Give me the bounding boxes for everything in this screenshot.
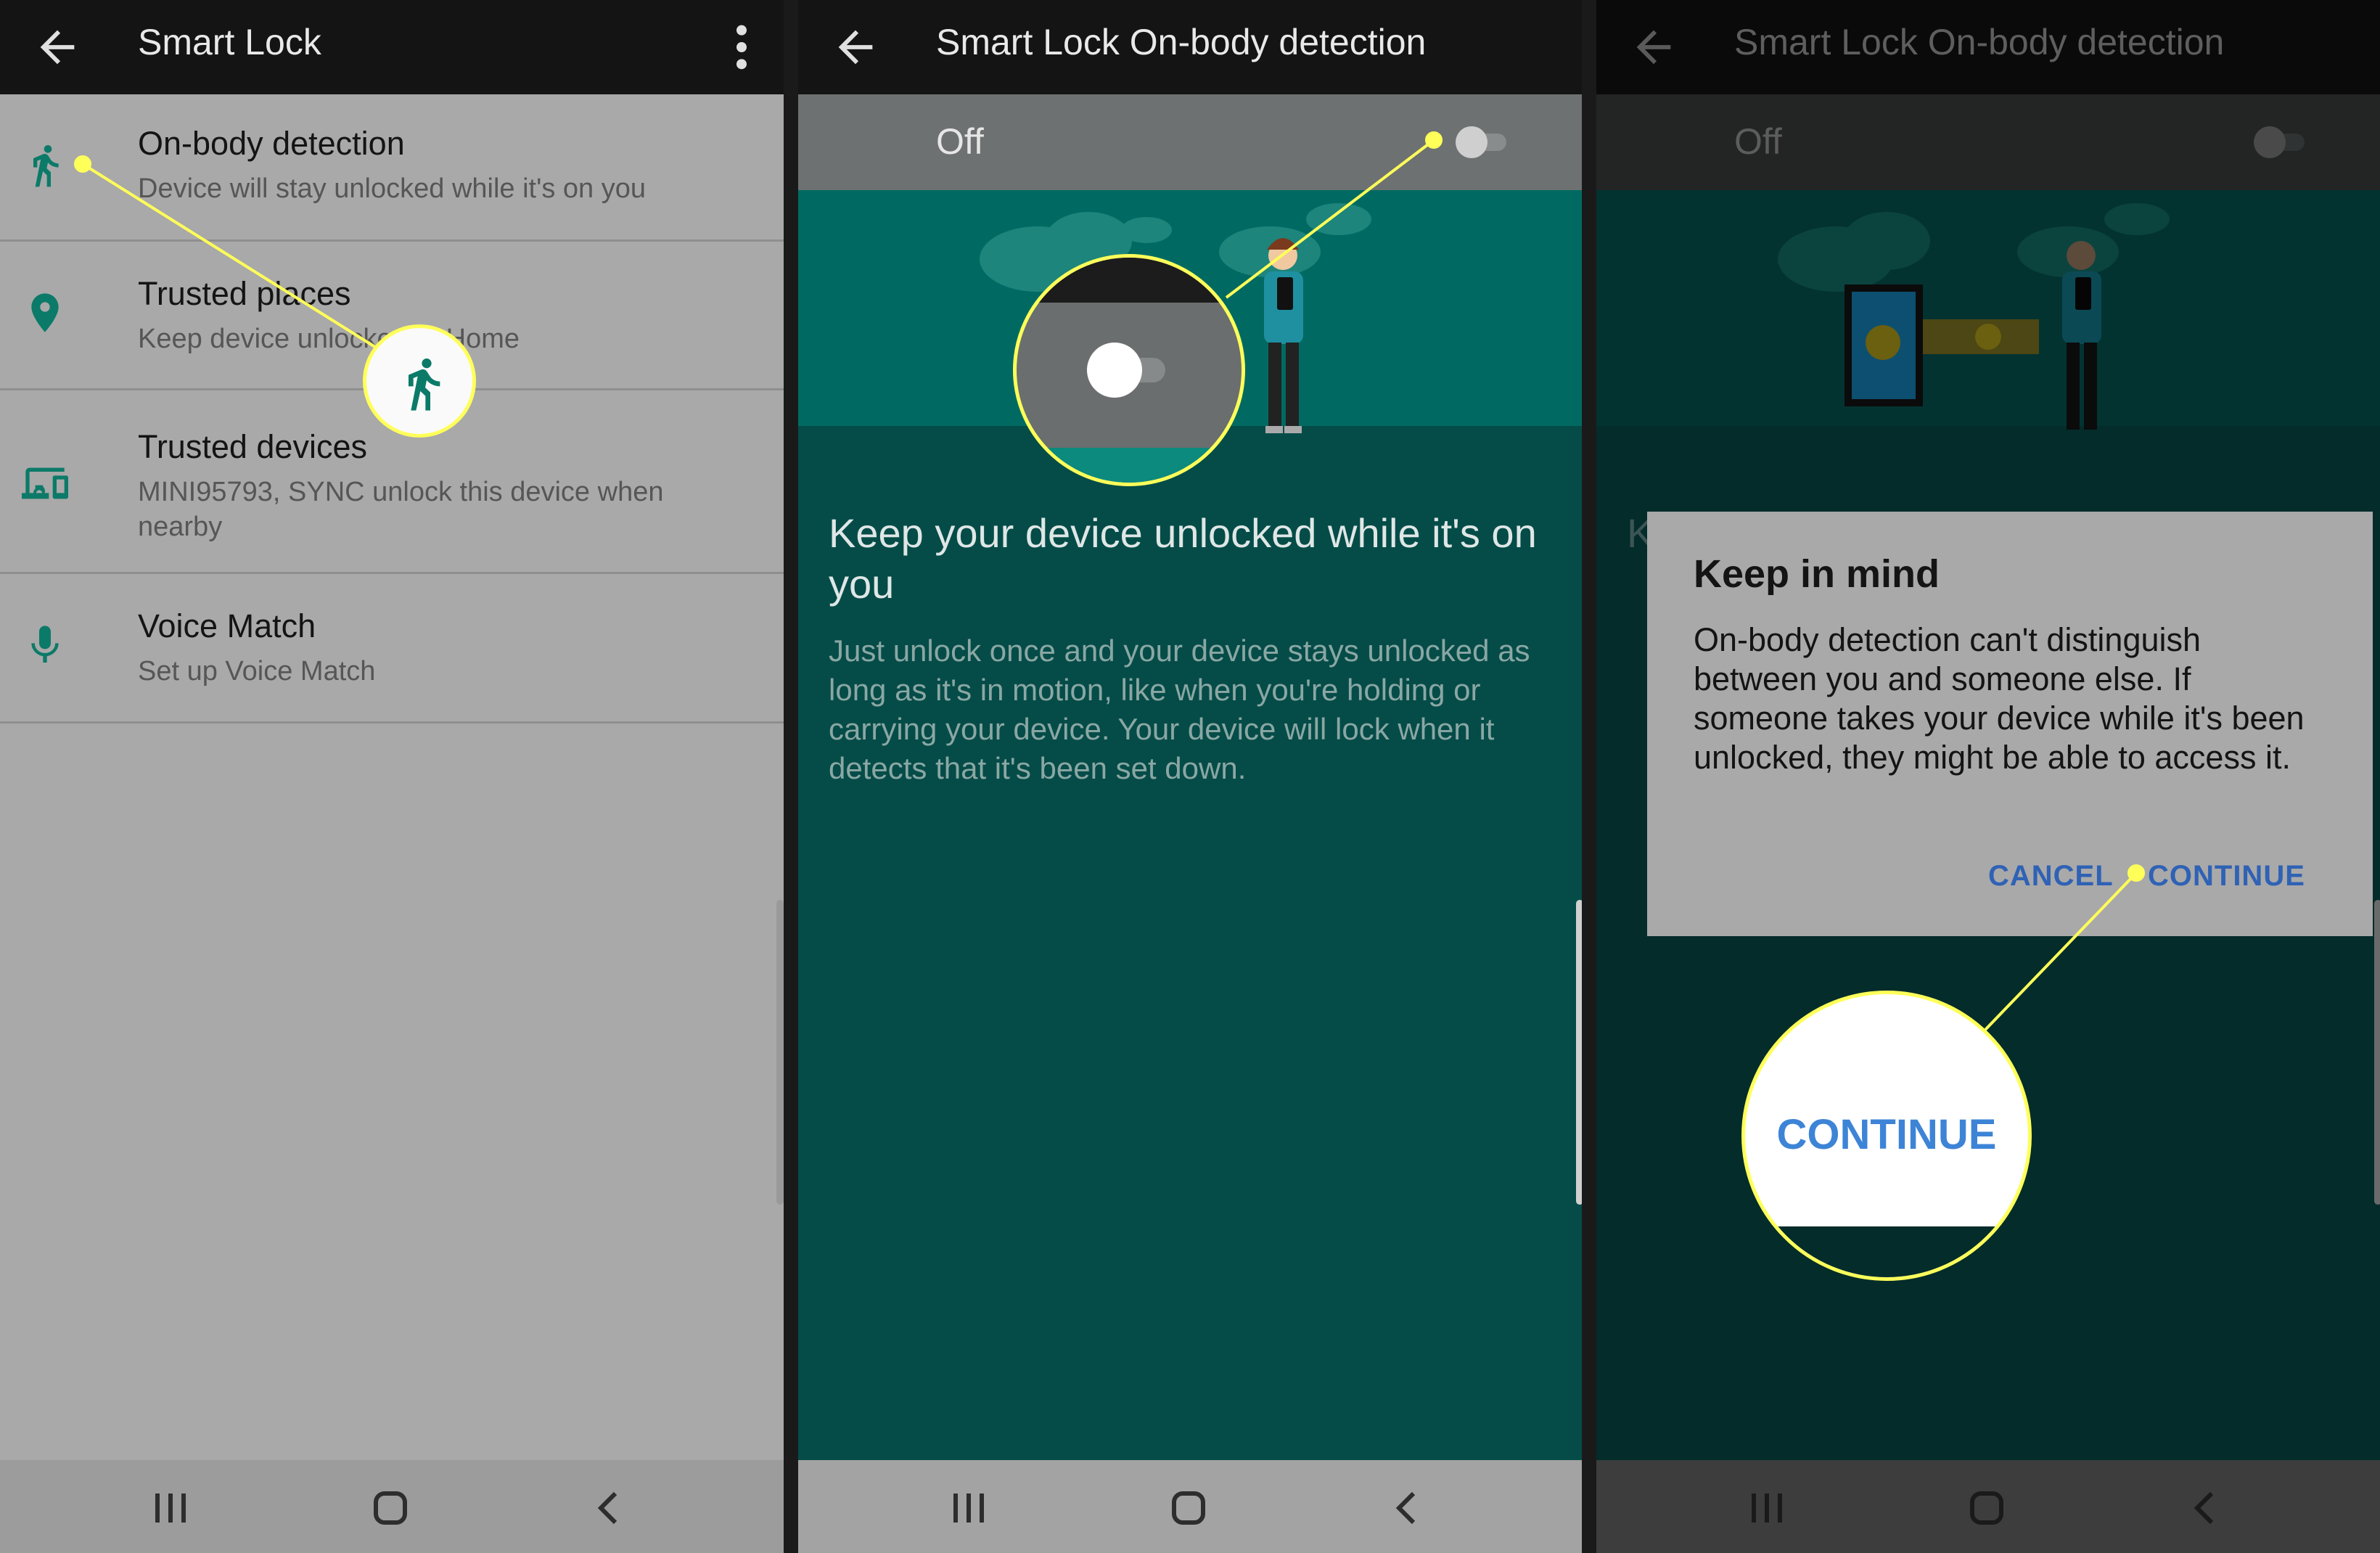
page-title: Smart Lock (138, 22, 321, 62)
page-title: Smart Lock On-body detection (1734, 22, 2225, 62)
location-pin-icon (31, 293, 59, 332)
back-arrow-icon[interactable] (830, 22, 881, 73)
item-title: On-body detection (138, 125, 405, 162)
list-item-voice-match[interactable]: Voice Match Set up Voice Match (0, 574, 784, 724)
walking-person-icon (409, 358, 440, 411)
toggle-zoomed-icon (1087, 343, 1165, 398)
continue-zoomed-label: CONTINUE (1776, 1111, 1997, 1158)
switch-state-label: Off (936, 121, 984, 162)
dialog-message: On-body detection can't distinguish betw… (1694, 621, 2305, 776)
recent-apps-icon[interactable] (947, 1488, 990, 1528)
back-arrow-icon[interactable] (32, 22, 83, 73)
list-item-on-body-detection[interactable]: On-body detection Device will stay unloc… (0, 94, 784, 242)
description: Just unlock once and your device stays u… (829, 634, 1530, 785)
nav-back-icon[interactable] (588, 1488, 631, 1528)
system-nav-bar (0, 1460, 784, 1553)
on-off-toggle[interactable] (1451, 125, 1515, 160)
app-bar: Smart Lock On-body detection (798, 0, 1582, 94)
recent-apps-icon[interactable] (1745, 1488, 1789, 1528)
on-off-toggle (2254, 126, 2305, 158)
dialog-title: Keep in mind (1694, 552, 1940, 596)
page-title: Smart Lock On-body detection (936, 22, 1427, 62)
home-icon[interactable] (369, 1488, 412, 1528)
walking-icon-callout (363, 324, 476, 438)
headline: Keep your device unlocked while it's on … (829, 510, 1537, 607)
item-subtitle: MINI95793, SYNC unlock this device when … (138, 477, 664, 542)
cancel-button[interactable]: CANCEL (1988, 860, 2114, 893)
edge-panel-handle[interactable] (776, 900, 784, 1205)
back-arrow-icon (1636, 30, 1671, 65)
switch-state-label: Off (1734, 121, 1782, 162)
item-title: Voice Match (138, 607, 316, 644)
item-title: Trusted places (138, 275, 351, 312)
walking-person-icon (33, 145, 59, 187)
trusted-device-illustration (1596, 190, 2380, 509)
home-icon[interactable] (1965, 1488, 2008, 1528)
app-bar: Smart Lock (0, 0, 784, 94)
edge-panel-handle (2374, 900, 2380, 1205)
nav-back-icon[interactable] (2184, 1488, 2228, 1528)
more-options-icon[interactable] (726, 22, 758, 73)
item-subtitle: Set up Voice Match (138, 656, 376, 687)
continue-zoom-callout: CONTINUE (1741, 991, 2032, 1281)
on-body-detection-screen: Smart Lock On-body detection Off Keep yo… (798, 0, 1582, 1553)
microphone-icon (31, 626, 59, 663)
home-icon[interactable] (1167, 1488, 1210, 1528)
recent-apps-icon[interactable] (149, 1488, 192, 1528)
app-bar: Smart Lock On-body detection (1596, 0, 2380, 94)
toggle-zoom-callout (1013, 254, 1245, 486)
smart-lock-screen: Smart Lock On-body detection Device will… (0, 0, 784, 1553)
item-title: Trusted devices (138, 428, 367, 465)
continue-button[interactable]: CONTINUE (2148, 860, 2305, 893)
system-nav-bar (798, 1460, 1582, 1553)
system-nav-bar (1596, 1460, 2380, 1553)
item-subtitle: Device will stay unlocked while it's on … (138, 173, 647, 204)
edge-panel-handle[interactable] (1576, 900, 1582, 1205)
devices-icon (22, 467, 68, 499)
nav-back-icon[interactable] (1386, 1488, 1429, 1528)
keep-in-mind-dialog: Keep in mind On-body detection can't dis… (1647, 512, 2373, 936)
